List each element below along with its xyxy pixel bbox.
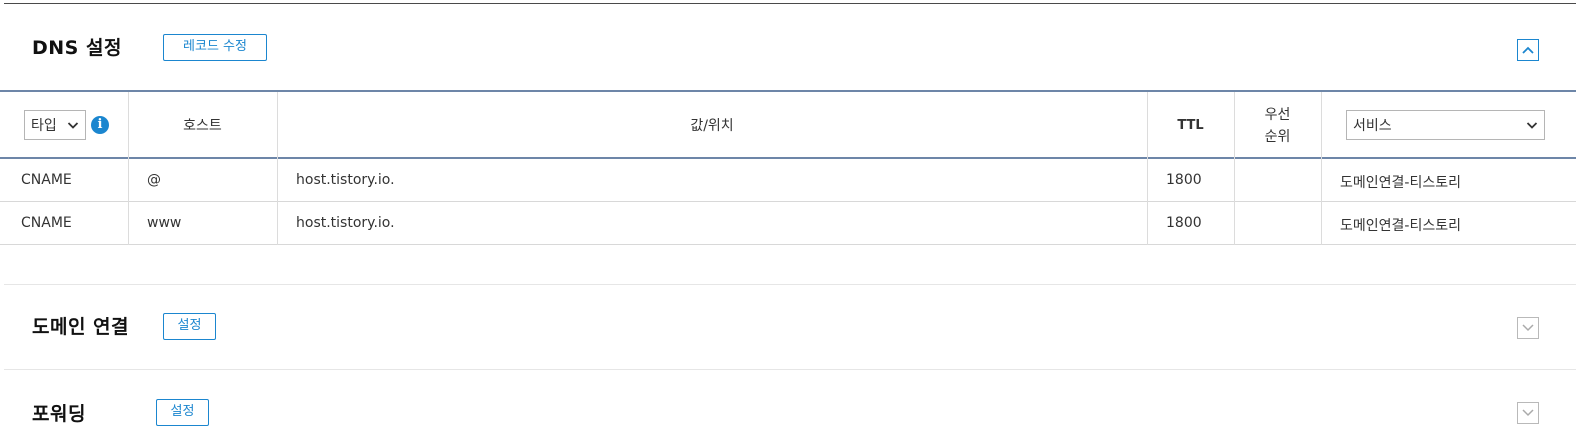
expand-domain-link-toggle[interactable]: [1517, 317, 1539, 339]
cell-host: www: [147, 215, 182, 231]
table-header-rule: [0, 157, 1576, 159]
cell-value: host.tistory.io.: [296, 172, 395, 188]
type-filter-label: 타입: [31, 118, 57, 134]
header-ttl: TTL: [1177, 118, 1204, 133]
info-icon[interactable]: i: [91, 116, 109, 134]
cell-host: @: [147, 172, 161, 188]
cell-type: CNAME: [21, 172, 72, 188]
dns-section-title: DNS 설정: [32, 37, 122, 59]
header-host: 호스트: [183, 118, 222, 134]
forwarding-settings-button[interactable]: 설정: [156, 399, 209, 426]
row-divider: [0, 201, 1576, 202]
collapse-dns-toggle[interactable]: [1517, 39, 1539, 61]
column-divider: [1147, 92, 1148, 245]
chevron-down-icon: [1526, 122, 1538, 129]
cell-service: 도메인연결-티스토리: [1340, 218, 1461, 234]
header-value: 값/위치: [690, 118, 734, 134]
type-filter-select[interactable]: 타입: [24, 110, 86, 140]
section-divider: [4, 284, 1576, 285]
service-select[interactable]: 서비스: [1346, 110, 1545, 140]
edit-records-button[interactable]: 레코드 수정: [163, 34, 267, 61]
domain-link-settings-button[interactable]: 설정: [163, 313, 216, 340]
cell-service: 도메인연결-티스토리: [1340, 175, 1461, 191]
column-divider: [1321, 92, 1322, 245]
header-priority-line2: 순위: [1264, 129, 1291, 145]
chevron-down-icon: [1522, 409, 1534, 417]
chevron-down-icon: [1522, 324, 1534, 332]
cell-ttl: 1800: [1166, 215, 1202, 231]
cell-value: host.tistory.io.: [296, 215, 395, 231]
forwarding-section-title: 포워딩: [32, 403, 86, 425]
cell-type: CNAME: [21, 215, 72, 231]
top-divider: [4, 3, 1576, 4]
cell-ttl: 1800: [1166, 172, 1202, 188]
service-select-label: 서비스: [1353, 118, 1392, 134]
chevron-down-icon: [67, 122, 79, 129]
header-priority-line1: 우선: [1264, 107, 1291, 123]
row-divider: [0, 244, 1576, 245]
table-top-rule: [0, 90, 1576, 92]
chevron-up-icon: [1522, 46, 1534, 54]
domain-link-section-title: 도메인 연결: [32, 316, 130, 338]
expand-forwarding-toggle[interactable]: [1517, 402, 1539, 424]
section-divider: [4, 369, 1576, 370]
